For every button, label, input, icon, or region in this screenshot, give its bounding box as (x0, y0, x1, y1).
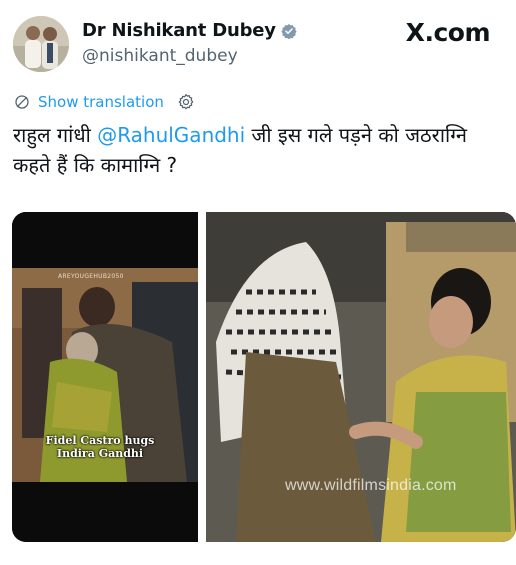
source-watermark: AREYOUGEHUB2050 (58, 273, 124, 280)
translate-globe-icon (15, 95, 29, 109)
caption-line-1: Fidel Castro hugs (45, 434, 155, 447)
tweet-header: Dr Nishikant Dubey @nishikant_dubey X.co… (0, 0, 516, 90)
tweet-text-part: राहुल गांधी (13, 123, 98, 147)
mention-link[interactable]: @RahulGandhi (97, 123, 245, 147)
media-image-left[interactable] (12, 212, 198, 542)
gear-icon[interactable] (176, 92, 196, 112)
user-handle[interactable]: @nishikant_dubey (82, 46, 238, 66)
image-caption: Fidel Castro hugs Indira Gandhi (30, 434, 170, 460)
video-watermark: www.wildfilmsindia.com (285, 477, 457, 494)
caption-line-2: Indira Gandhi (56, 447, 144, 460)
show-translation-row[interactable]: Show translation (14, 92, 196, 112)
avatar[interactable] (13, 16, 69, 72)
verified-badge-icon (281, 23, 297, 39)
display-name[interactable]: Dr Nishikant Dubey (82, 20, 276, 41)
tweet-text: राहुल गांधी @RahulGandhi जी इस गले पड़ने… (13, 120, 503, 180)
show-translation-link[interactable]: Show translation (38, 93, 164, 111)
brand-logo: X.com (405, 18, 491, 47)
